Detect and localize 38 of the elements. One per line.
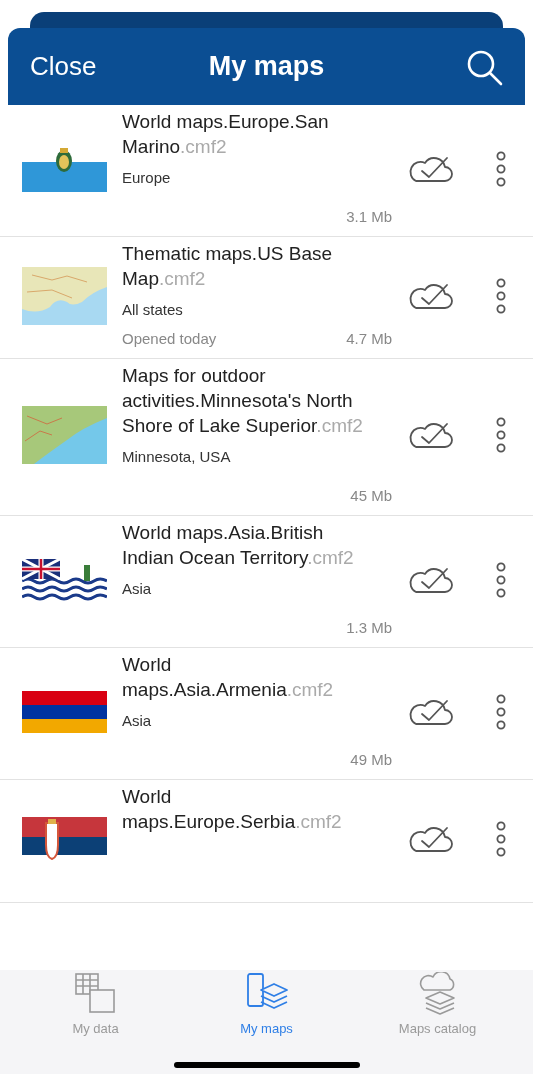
map-list-item[interactable]: World maps.Europe.Serbia.cmf2	[0, 780, 533, 903]
map-size: 3.1 Mb	[346, 206, 392, 227]
map-list-item[interactable]: Maps for outdoor activities.Minnesota's North Shore of Lake Superior.cmf2 Minnesota, USA 45 Mb	[0, 359, 533, 516]
map-title: World maps.Asia.Armenia.cmf2	[122, 653, 335, 702]
map-region: Asia	[122, 711, 152, 731]
map-region: Asia	[122, 579, 152, 599]
cloud-check-icon[interactable]	[407, 565, 453, 594]
map-size: 1.3 Mb	[346, 617, 392, 638]
map-list-item[interactable]: World maps.Asia.British Indian Ocean Territory.cmf2 Asia 1.3 Mb	[0, 516, 533, 648]
map-title: World maps.Europe.San Marino.cmf2	[122, 110, 330, 159]
map-list-item[interactable]: World maps.Asia.Armenia.cmf2 Asia 49 Mb	[0, 648, 533, 780]
map-size: 49 Mb	[350, 749, 392, 770]
cloud-check-icon[interactable]	[407, 421, 453, 449]
map-list-item[interactable]: Thematic maps.US Base Map.cmf2 All states Opened today 4.7 Mb	[0, 237, 533, 359]
cloud-check-icon[interactable]	[407, 154, 453, 183]
map-list-item[interactable]: World maps.Europe.San Marino.cmf2 Europe 3.1 Mb	[0, 105, 533, 237]
cloud-check-icon[interactable]	[407, 697, 453, 726]
more-icon[interactable]	[495, 277, 507, 314]
more-icon[interactable]	[495, 821, 507, 857]
map-title: World maps.Asia.British Indian Ocean Territory.cmf2	[122, 521, 355, 570]
cloud-check-icon[interactable]	[407, 825, 453, 853]
map-title: Maps for outdoor activities.Minnesota's North Shore of Lake Superior.cmf2	[122, 364, 364, 438]
more-icon[interactable]	[495, 693, 507, 730]
more-icon[interactable]	[495, 150, 507, 187]
more-icon[interactable]	[495, 561, 507, 598]
map-region: Europe	[122, 168, 171, 188]
map-size: 45 Mb	[350, 485, 392, 506]
more-icon[interactable]	[495, 417, 507, 453]
map-region: Minnesota, USA	[122, 447, 231, 467]
opened-label: Opened today	[122, 328, 217, 349]
cloud-check-icon[interactable]	[407, 281, 453, 310]
map-title: World maps.Europe.Serbia.cmf2	[122, 785, 343, 834]
map-title: Thematic maps.US Base Map.cmf2	[122, 242, 334, 291]
map-region: All states	[122, 300, 183, 320]
map-size: 4.7 Mb	[346, 328, 392, 349]
close-button[interactable]: Close	[30, 47, 97, 86]
tab-bar-item[interactable]: My maps	[191, 972, 342, 1039]
screen-title: My maps	[208, 50, 325, 84]
